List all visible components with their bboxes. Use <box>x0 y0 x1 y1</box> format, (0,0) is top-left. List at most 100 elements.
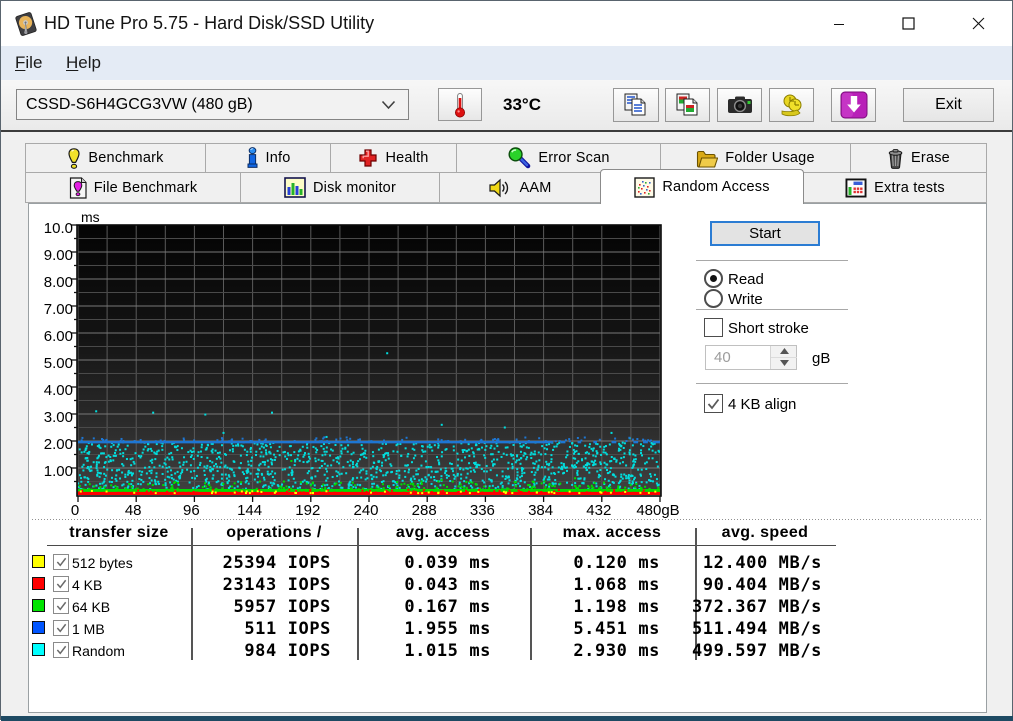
separator-1 <box>696 260 848 261</box>
radio-dot <box>710 275 717 282</box>
table-vline-1 <box>191 528 193 660</box>
max-access-value: 2.930 ms <box>573 641 660 661</box>
series-name-label: 4 KB <box>72 577 102 593</box>
series-name-label: 1 MB <box>72 621 105 637</box>
avg-speed-value: 511.494 MB/s <box>692 619 822 639</box>
tab-extra-tests[interactable]: Extra tests <box>803 172 987 203</box>
col-header-avg-access: avg. access <box>396 524 490 542</box>
short-stroke-checkbox[interactable] <box>704 318 723 337</box>
series-visible-checkbox[interactable] <box>53 598 69 614</box>
donate-button[interactable] <box>769 88 814 122</box>
exit-button[interactable]: Exit <box>903 88 994 122</box>
table-top-separator <box>32 519 982 520</box>
series-color-swatch <box>32 643 45 656</box>
menu-file[interactable]: File <box>15 46 42 80</box>
svg-text:432: 432 <box>586 502 611 519</box>
tab-file-benchmark[interactable]: File Benchmark <box>25 172 241 203</box>
copy-image-icon <box>674 92 702 118</box>
svg-text:3.00: 3.00 <box>44 409 73 426</box>
copy-text-icon <box>622 92 650 118</box>
capacity-value: 40 <box>714 346 731 369</box>
max-access-value: 1.198 ms <box>573 597 660 617</box>
tab-aam[interactable]: AAM <box>439 172 601 203</box>
tab-info[interactable]: Info <box>205 143 331 173</box>
copy-image-button[interactable] <box>665 88 710 122</box>
tab-random-access[interactable]: Random Access <box>600 169 804 204</box>
series-color-swatch <box>32 599 45 612</box>
toolbar: CSSD-S6H4GCG3VW (480 gB) 33°C <box>1 80 1012 130</box>
series-visible-checkbox[interactable] <box>53 554 69 570</box>
avg-access-value: 1.015 ms <box>404 641 491 661</box>
svg-text:240: 240 <box>353 502 378 519</box>
col-header-transfer-size: transfer size <box>69 524 168 542</box>
tab-label: Extra tests <box>874 180 945 196</box>
tab-health[interactable]: Health <box>330 143 457 173</box>
checkmark-icon <box>56 623 67 633</box>
minimize-button[interactable] <box>816 1 862 46</box>
tab-erase[interactable]: Erase <box>850 143 987 173</box>
svg-text:9.00: 9.00 <box>44 247 73 264</box>
checkmark-icon <box>56 645 67 655</box>
tab-benchmark-icon <box>67 148 81 169</box>
col-header-avg-speed: avg. speed <box>722 524 809 542</box>
close-button[interactable] <box>955 1 1001 46</box>
tab-label: File Benchmark <box>94 180 198 196</box>
maximize-button[interactable] <box>885 1 931 46</box>
capacity-unit-label: gB <box>812 350 830 367</box>
col-header-operations: operations / <box>226 524 321 542</box>
temperature-button[interactable] <box>438 88 482 121</box>
screenshot-button[interactable] <box>717 88 762 122</box>
checkmark-icon <box>56 601 67 611</box>
start-label: Start <box>749 225 781 242</box>
temperature-value: 33°C <box>503 88 541 121</box>
avg-speed-value: 12.400 MB/s <box>703 553 822 573</box>
toolbar-separator <box>1 130 1012 132</box>
svg-text:192: 192 <box>295 502 320 519</box>
spin-down-button[interactable] <box>771 358 797 370</box>
tab-label: Benchmark <box>88 150 163 166</box>
align-label: 4 KB align <box>728 396 796 413</box>
spin-up-button[interactable] <box>771 346 797 358</box>
tab-benchmark[interactable]: Benchmark <box>25 143 206 173</box>
series-color-swatch <box>32 555 45 568</box>
svg-text:48: 48 <box>125 502 142 519</box>
col-header-max-access: max. access <box>563 524 662 542</box>
plot-grid <box>78 225 660 495</box>
series-name-label: Random <box>72 643 125 659</box>
series-name-label: 64 KB <box>72 599 110 615</box>
drive-selector-value: CSSD-S6H4GCG3VW (480 gB) <box>26 96 253 113</box>
avg-access-value: 0.167 ms <box>404 597 491 617</box>
write-radio[interactable] <box>704 289 723 308</box>
camera-icon <box>726 93 754 117</box>
svg-text:96: 96 <box>183 502 200 519</box>
tab-label: Disk monitor <box>313 180 396 196</box>
tab-disk-monitor-icon <box>284 177 306 198</box>
menu-help[interactable]: Help <box>66 46 101 80</box>
svg-text:7.00: 7.00 <box>44 301 73 318</box>
start-button[interactable]: Start <box>710 221 820 246</box>
svg-text:336: 336 <box>470 502 495 519</box>
header-underline <box>47 545 836 546</box>
drive-selector-dropdown[interactable]: CSSD-S6H4GCG3VW (480 gB) <box>16 89 409 120</box>
copy-text-button[interactable] <box>613 88 659 122</box>
series-visible-checkbox[interactable] <box>53 642 69 658</box>
tab-disk-monitor[interactable]: Disk monitor <box>240 172 440 203</box>
max-access-value: 5.451 ms <box>573 619 660 639</box>
write-label: Write <box>728 291 763 308</box>
table-vline-2 <box>357 528 359 660</box>
align-checkbox[interactable] <box>704 394 723 413</box>
svg-text:6.00: 6.00 <box>44 328 73 345</box>
svg-text:10.0: 10.0 <box>44 220 73 237</box>
separator-3 <box>696 383 848 384</box>
tab-label: AAM <box>519 180 551 196</box>
avg-speed-value: 90.404 MB/s <box>703 575 822 595</box>
capacity-spinner[interactable]: 40 <box>705 345 797 370</box>
tab-info-icon <box>246 147 259 169</box>
tab-erase-icon <box>887 148 904 169</box>
read-radio[interactable] <box>704 269 723 288</box>
series-visible-checkbox[interactable] <box>53 576 69 592</box>
table-vline-3 <box>530 528 532 660</box>
maximize-icon <box>902 17 915 30</box>
save-button[interactable] <box>831 88 876 122</box>
series-visible-checkbox[interactable] <box>53 620 69 636</box>
